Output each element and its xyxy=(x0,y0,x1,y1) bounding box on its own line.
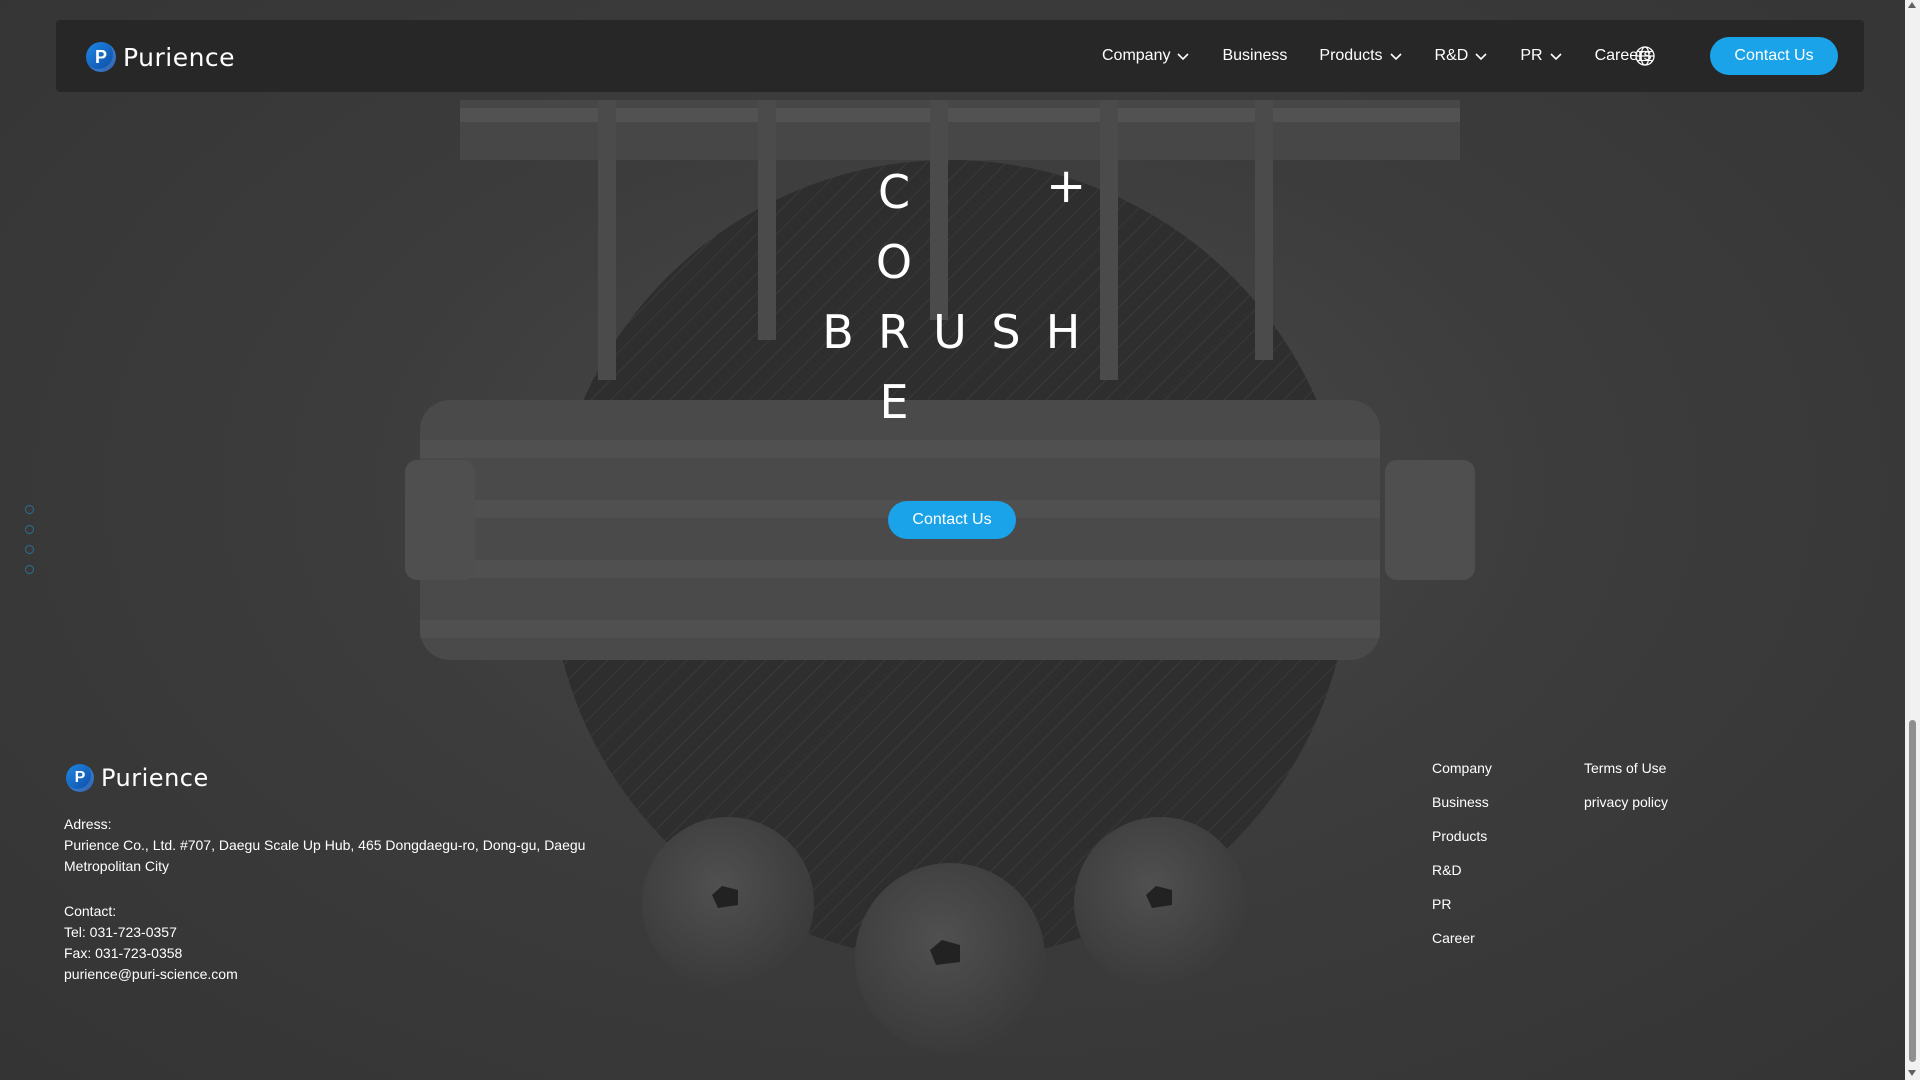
header-logo[interactable]: P Purience xyxy=(86,42,235,72)
nav-item-label: Business xyxy=(1222,47,1288,64)
footer-contact-info: Adress: Purience Co., Ltd. #707, Daegu S… xyxy=(64,814,624,985)
footer-link-career[interactable]: Career xyxy=(1432,927,1492,961)
contact-label: Contact: xyxy=(64,903,117,919)
nav-item-rnd[interactable]: R&D xyxy=(1435,47,1489,65)
footer-links-primary: Company Business Products R&D PR Career xyxy=(1432,757,1492,961)
tel-text: Tel: 031-723-0357 xyxy=(64,924,177,940)
email-link[interactable]: purience@puri-science.com xyxy=(64,964,624,985)
plus-icon: + xyxy=(1046,158,1087,214)
nav-item-label: PR xyxy=(1520,47,1543,64)
hero-letter: B xyxy=(822,305,854,359)
hero-letter: S xyxy=(991,305,1021,359)
footer-logo[interactable]: P Purience xyxy=(66,764,209,792)
hero-letter: O xyxy=(875,235,913,289)
footer-link-rnd[interactable]: R&D xyxy=(1432,859,1492,893)
pager-dot[interactable] xyxy=(25,525,34,534)
chevron-down-icon xyxy=(1177,53,1190,61)
header-contact-us-button[interactable]: Contact Us xyxy=(1710,37,1838,75)
nav-item-label: R&D xyxy=(1434,47,1469,64)
nav-item-business[interactable]: Business xyxy=(1222,47,1287,65)
hero-letter: H xyxy=(1045,305,1081,359)
footer-links-legal: Terms of Use privacy policy xyxy=(1584,757,1668,825)
main-nav: Company Business Products R&D PR Careers xyxy=(1102,20,1683,92)
vertical-scrollbar[interactable] xyxy=(1905,0,1920,1080)
footer-link-terms[interactable]: Terms of Use xyxy=(1584,757,1668,791)
footer-link-company[interactable]: Company xyxy=(1432,757,1492,791)
hero-letter: C xyxy=(877,165,911,219)
chevron-down-icon xyxy=(1549,53,1562,61)
scrollbar-thumb[interactable] xyxy=(1909,720,1916,1062)
hero-letter: R xyxy=(878,305,910,359)
nav-item-products[interactable]: Products xyxy=(1319,47,1402,65)
brand-name: Purience xyxy=(123,42,236,72)
footer-link-pr[interactable]: PR xyxy=(1432,893,1492,927)
hero-contact-us-button[interactable]: Contact Us xyxy=(888,501,1016,539)
nav-item-pr[interactable]: PR xyxy=(1520,47,1562,65)
purience-logo-icon: P xyxy=(66,764,94,792)
address-text: Purience Co., Ltd. #707, Daegu Scale Up … xyxy=(64,837,586,874)
fax-text: Fax: 031-723-0358 xyxy=(64,945,183,961)
section-pager xyxy=(25,505,34,585)
scroll-down-arrow-icon[interactable] xyxy=(1908,1070,1916,1076)
hero-letter: E xyxy=(879,375,909,429)
globe-icon[interactable] xyxy=(1634,45,1656,67)
chevron-down-icon xyxy=(1475,53,1487,61)
address-label: Adress: xyxy=(64,816,112,832)
nav-item-label: Company xyxy=(1102,47,1171,64)
pager-dot[interactable] xyxy=(25,505,34,514)
purience-logo-icon: P xyxy=(86,42,116,72)
footer-link-business[interactable]: Business xyxy=(1432,791,1492,825)
nav-item-company[interactable]: Company xyxy=(1102,47,1190,65)
page: P Purience Company Business Products R&D… xyxy=(0,0,1920,1080)
pager-dot[interactable] xyxy=(25,545,34,554)
chevron-down-icon xyxy=(1389,53,1402,61)
top-navbar: P Purience Company Business Products R&D… xyxy=(56,20,1864,92)
hero-letter: U xyxy=(933,305,967,359)
footer-link-privacy[interactable]: privacy policy xyxy=(1584,791,1668,825)
footer-link-products[interactable]: Products xyxy=(1432,825,1492,859)
scroll-up-arrow-icon[interactable] xyxy=(1908,2,1916,8)
pager-dot[interactable] xyxy=(25,565,34,574)
brand-name: Purience xyxy=(101,764,209,792)
nav-item-label: Products xyxy=(1319,47,1383,64)
